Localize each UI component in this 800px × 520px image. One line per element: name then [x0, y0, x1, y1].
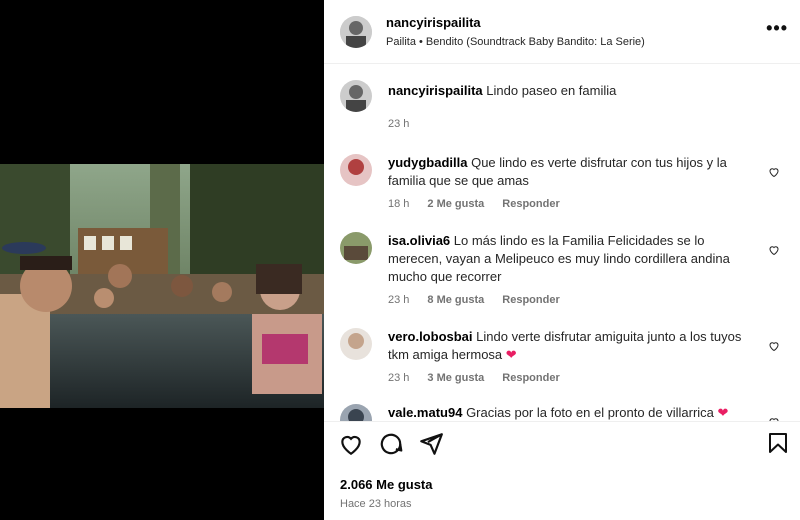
comment-likes[interactable]: 2 Me gusta	[427, 198, 484, 210]
caption-username[interactable]: nancyirispailita	[388, 83, 483, 98]
author-avatar[interactable]	[340, 15, 372, 48]
save-icon[interactable]	[766, 431, 790, 455]
comment-avatar[interactable]	[340, 154, 372, 186]
reply-button[interactable]: Responder	[502, 198, 559, 210]
post-caption: nancyirispailita Lindo paseo en familia …	[340, 80, 784, 130]
song-info[interactable]: Pailita • Bendito (Soundtrack Baby Bandi…	[386, 36, 645, 48]
comment-time: 23 h	[388, 372, 410, 384]
comment-username[interactable]: vero.lobosbai	[388, 329, 473, 344]
comment-avatar[interactable]	[340, 232, 372, 264]
comment-likes[interactable]: 8 Me gusta	[427, 294, 484, 306]
author-username[interactable]: nancyirispailita	[386, 15, 645, 30]
comments-list[interactable]: nancyirispailita Lindo paseo en familia …	[324, 64, 800, 421]
heart-icon[interactable]	[768, 244, 780, 256]
post-header: nancyirispailita Pailita • Bendito (Soun…	[324, 0, 800, 64]
post-photo[interactable]	[0, 164, 324, 408]
comment-avatar[interactable]	[340, 328, 372, 360]
caption-avatar[interactable]	[340, 80, 372, 112]
comment-item: yudygbadilla Que lindo es verte disfruta…	[340, 154, 784, 210]
comment-item: isa.olivia6 Lo más lindo es la Familia F…	[340, 232, 784, 306]
comment-avatar[interactable]	[340, 404, 372, 421]
comment-text: Gracias por la foto en el pronto de vill…	[466, 405, 714, 420]
caption-text: Lindo paseo en familia	[486, 83, 617, 98]
heart-emoji: ❤	[717, 405, 729, 420]
reply-button[interactable]: Responder	[502, 372, 559, 384]
post-time: Hace 23 horas	[340, 498, 412, 510]
post-detail-panel: nancyirispailita Pailita • Bendito (Soun…	[324, 0, 800, 520]
comment-item: vero.lobosbai Lindo verte disfrutar amig…	[340, 328, 784, 384]
comment-item: vale.matu94 Gracias por la foto en el pr…	[340, 404, 784, 421]
likes-count[interactable]: 2.066 Me gusta	[324, 465, 800, 492]
comment-username[interactable]: vale.matu94	[388, 405, 462, 420]
comment-username[interactable]: yudygbadilla	[388, 155, 467, 170]
heart-icon[interactable]	[768, 340, 780, 352]
reply-button[interactable]: Responder	[502, 294, 559, 306]
comment-time: 23 h	[388, 294, 410, 306]
comment-username[interactable]: isa.olivia6	[388, 233, 450, 248]
post-media[interactable]	[0, 0, 324, 520]
comment-time: 18 h	[388, 198, 410, 210]
comment-icon[interactable]	[378, 431, 404, 457]
heart-icon[interactable]	[768, 166, 780, 178]
more-options-icon[interactable]: •••	[766, 18, 788, 39]
post-actions	[324, 421, 800, 465]
comment-likes[interactable]: 3 Me gusta	[427, 372, 484, 384]
instagram-post-view: nancyirispailita Pailita • Bendito (Soun…	[0, 0, 800, 520]
caption-time: 23 h	[388, 118, 410, 130]
share-icon[interactable]	[418, 431, 444, 457]
heart-icon[interactable]	[338, 431, 364, 457]
heart-emoji: ❤	[505, 347, 517, 362]
